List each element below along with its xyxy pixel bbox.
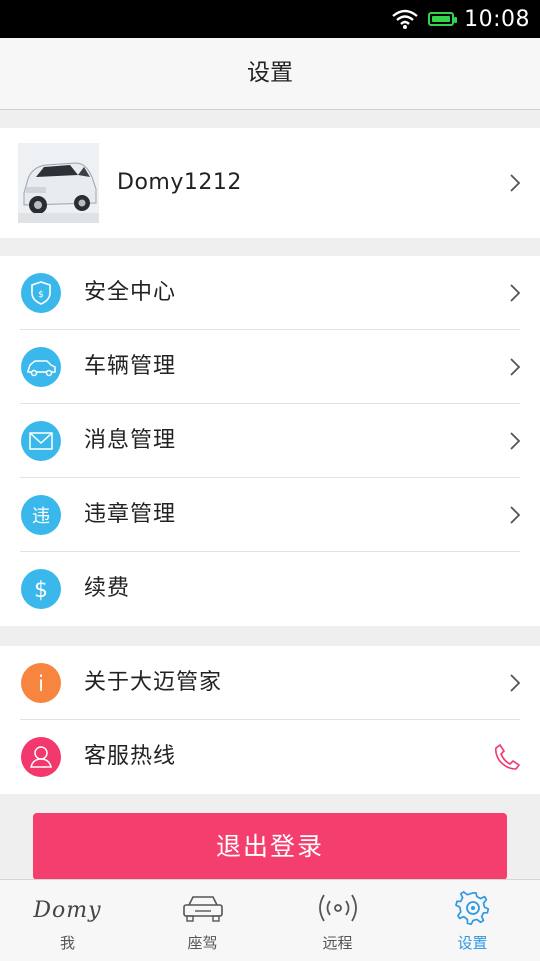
tab-settings[interactable]: 设置 (405, 880, 540, 961)
tab-remote[interactable]: 远程 (270, 880, 405, 961)
header: 设置 (0, 38, 540, 110)
status-time: 10:08 (464, 6, 530, 32)
svg-text:$: $ (34, 578, 48, 603)
chevron-right-icon (508, 357, 522, 377)
car-photo (18, 143, 99, 223)
dollar-icon: $ (21, 569, 61, 609)
wifi-icon (392, 9, 418, 29)
menu-item-label: 关于大迈管家 (84, 670, 223, 695)
menu-item-vehicle-management[interactable]: 车辆管理 (0, 330, 540, 404)
chevron-right-icon (508, 173, 522, 193)
menu-item-label: 续费 (84, 576, 131, 601)
username: Domy1212 (117, 170, 242, 195)
menu-item-customer-hotline[interactable]: 客服热线 (0, 720, 540, 794)
chevron-right-icon (508, 673, 522, 693)
chevron-right-icon (508, 283, 522, 303)
car-icon (21, 347, 61, 387)
tab-label: 设置 (457, 934, 488, 952)
domy-logo-icon: Domy (33, 897, 102, 923)
menu-item-security-center[interactable]: $ 安全中心 (0, 256, 540, 330)
menu-item-message-management[interactable]: 消息管理 (0, 404, 540, 478)
svg-text:$: $ (38, 290, 44, 300)
profile-row[interactable]: Domy1212 (0, 128, 540, 238)
chevron-right-icon (508, 431, 522, 451)
remote-signal-icon (316, 891, 360, 929)
svg-text:违: 违 (32, 506, 50, 527)
menu-item-label: 违章管理 (84, 502, 177, 527)
page-title: 设置 (247, 60, 293, 86)
menu-group-1: $ 安全中心 车辆管理 消息管理 违 违章管理 $ 续费 (0, 256, 540, 626)
envelope-icon (21, 421, 61, 461)
violation-icon: 违 (21, 495, 61, 535)
tab-vehicle[interactable]: 座驾 (135, 880, 270, 961)
tab-label: 我 (59, 934, 75, 952)
logout-button[interactable]: 退出登录 (33, 813, 507, 880)
tab-me[interactable]: Domy 我 (0, 880, 135, 961)
svg-text:i: i (38, 672, 44, 696)
info-icon: i (21, 663, 61, 703)
user-icon (21, 737, 61, 777)
menu-group-2: i 关于大迈管家 客服热线 (0, 646, 540, 794)
menu-item-label: 车辆管理 (84, 354, 177, 379)
menu-item-violation-management[interactable]: 违 违章管理 (0, 478, 540, 552)
menu-item-label: 客服热线 (84, 744, 177, 769)
menu-item-renewal[interactable]: $ 续费 (0, 552, 540, 626)
shield-icon: $ (21, 273, 61, 313)
gear-icon (454, 890, 491, 930)
battery-icon (428, 12, 458, 26)
menu-item-label: 安全中心 (84, 280, 177, 305)
menu-item-label: 消息管理 (84, 428, 177, 453)
tab-label: 远程 (322, 934, 353, 952)
menu-item-about[interactable]: i 关于大迈管家 (0, 646, 540, 720)
status-bar: 10:08 (0, 0, 540, 38)
bottom-tab-bar: Domy 我 座驾 远程 设置 (0, 879, 540, 961)
chevron-right-icon (508, 505, 522, 525)
tab-label: 座驾 (187, 934, 218, 952)
car-icon (181, 893, 225, 927)
phone-icon[interactable] (494, 743, 521, 775)
